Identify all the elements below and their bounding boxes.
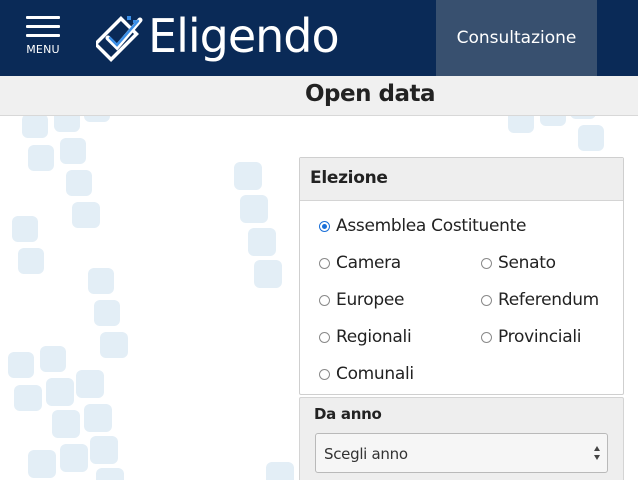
- bg-tile: [96, 468, 124, 480]
- election-panel: Elezione Assemblea Costituente Camera Se…: [299, 157, 624, 395]
- radio-button[interactable]: [481, 294, 492, 306]
- bg-tile: [94, 300, 120, 326]
- bg-tile: [46, 378, 74, 406]
- brand-name: Eligendo: [148, 9, 340, 63]
- bg-tile: [52, 410, 80, 438]
- bg-tile: [266, 462, 294, 480]
- radio-option[interactable]: Assemblea Costituente: [319, 216, 526, 236]
- year-select[interactable]: Scegli anno: [315, 433, 608, 473]
- top-navigation-bar: MENU Eligendo Consultazione: [0, 0, 638, 76]
- bg-tile: [22, 114, 48, 138]
- page-title: Open data: [305, 81, 436, 107]
- bg-tile: [28, 450, 56, 478]
- radio-label: Europee: [336, 290, 405, 310]
- radio-option[interactable]: Europee: [319, 290, 404, 310]
- bg-tile: [100, 332, 128, 358]
- radio-option[interactable]: Camera: [319, 253, 401, 273]
- radio-button[interactable]: [319, 257, 330, 269]
- bg-tile: [254, 260, 282, 288]
- election-heading: Elezione: [300, 158, 623, 201]
- radio-option[interactable]: Provinciali: [481, 327, 581, 347]
- bg-tile: [248, 228, 276, 256]
- bg-tile: [578, 125, 604, 151]
- bg-tile: [76, 370, 104, 398]
- radio-option[interactable]: Comunali: [319, 364, 414, 384]
- radio-option[interactable]: Regionali: [319, 327, 412, 347]
- bg-tile: [72, 202, 100, 228]
- radio-label: Assemblea Costituente: [336, 216, 527, 236]
- bg-tile: [40, 346, 66, 372]
- menu-label: MENU: [26, 43, 60, 56]
- radio-label: Senato: [498, 253, 556, 273]
- radio-button[interactable]: [319, 368, 330, 380]
- ballot-check-icon: [96, 16, 143, 62]
- bg-tile: [14, 385, 42, 411]
- select-arrows-icon: [594, 446, 600, 460]
- radio-option[interactable]: Senato: [481, 253, 556, 273]
- radio-label: Comunali: [336, 364, 414, 384]
- page-title-bar: Open data: [0, 76, 638, 116]
- menu-button[interactable]: MENU: [22, 12, 66, 60]
- radio-button[interactable]: [481, 331, 492, 343]
- radio-button[interactable]: [481, 257, 492, 269]
- bg-tile: [88, 268, 114, 294]
- year-label: Da anno: [314, 405, 382, 423]
- bg-tile: [28, 145, 54, 171]
- bg-tile: [90, 436, 118, 464]
- bg-tile: [234, 162, 262, 190]
- bg-tile: [240, 195, 268, 223]
- bg-tile: [84, 404, 112, 432]
- nav-consultazione[interactable]: Consultazione: [436, 0, 597, 76]
- radio-label: Regionali: [336, 327, 412, 347]
- bg-tile: [18, 248, 44, 274]
- radio-label: Referendum: [498, 290, 599, 310]
- bg-tile: [66, 170, 92, 196]
- radio-button-selected[interactable]: [319, 220, 330, 232]
- bg-tile: [12, 216, 38, 242]
- year-filter-panel: Da anno Scegli anno: [299, 397, 624, 480]
- radio-button[interactable]: [319, 294, 330, 306]
- year-select-value: Scegli anno: [324, 445, 408, 463]
- radio-button[interactable]: [319, 331, 330, 343]
- bg-tile: [60, 444, 88, 472]
- radio-label: Provinciali: [498, 327, 582, 347]
- bg-tile: [60, 138, 86, 164]
- radio-option[interactable]: Referendum: [481, 290, 599, 310]
- bg-tile: [8, 352, 34, 378]
- radio-label: Camera: [336, 253, 401, 273]
